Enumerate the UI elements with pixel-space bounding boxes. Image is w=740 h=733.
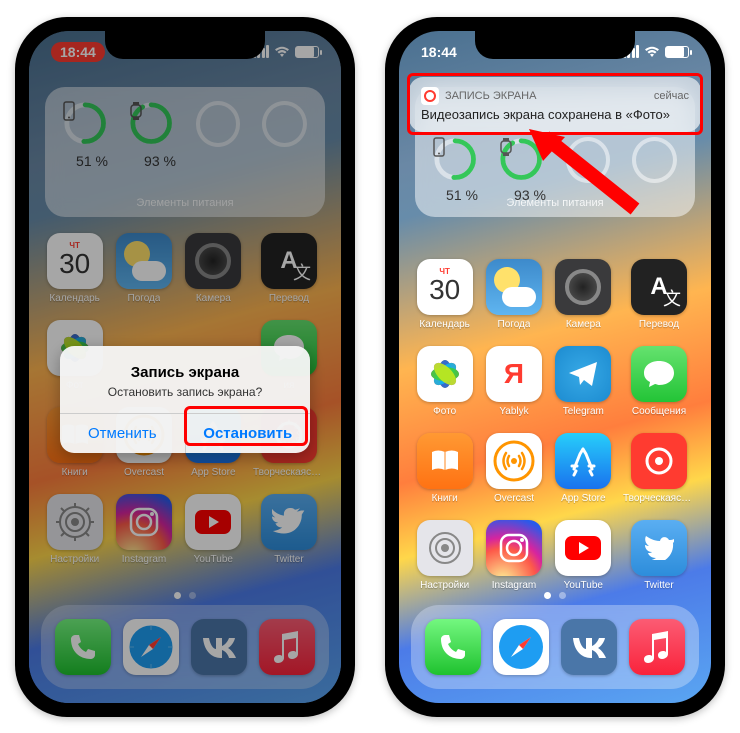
app-weather[interactable]: Погода bbox=[484, 259, 543, 330]
screen-left: 18:44 51 %93 % Элементы bbox=[29, 31, 341, 703]
highlight-box bbox=[184, 406, 308, 446]
app-photos[interactable]: Фото bbox=[415, 346, 474, 417]
battery-icon bbox=[665, 46, 689, 58]
wifi-icon bbox=[644, 46, 660, 58]
app-yablyk[interactable]: ЯYablyk bbox=[484, 346, 543, 417]
app-creative[interactable]: Творческаясту… bbox=[623, 433, 695, 504]
app-calendar[interactable]: ЧТ30Календарь bbox=[415, 259, 474, 330]
dock-safari[interactable] bbox=[493, 619, 549, 675]
highlight-box bbox=[407, 73, 703, 135]
phone-left: 18:44 51 %93 % Элементы bbox=[15, 17, 355, 717]
app-messages[interactable]: Сообщения bbox=[623, 346, 695, 417]
app-settings[interactable]: Настройки bbox=[415, 520, 474, 591]
time: 18:44 bbox=[421, 44, 457, 60]
dock-vk[interactable] bbox=[561, 619, 617, 675]
app-telegram[interactable]: Telegram bbox=[554, 346, 613, 417]
screen-right: 18:44 ЗАПИСЬ ЭКРАНА сейчас Видеозапись э… bbox=[399, 31, 711, 703]
alert-title: Запись экрана bbox=[76, 364, 294, 381]
page-indicator[interactable] bbox=[399, 592, 711, 599]
app-overcast[interactable]: Overcast bbox=[484, 433, 543, 504]
app-instagram[interactable]: Instagram bbox=[484, 520, 543, 591]
app-translate[interactable]: Перевод bbox=[623, 259, 695, 330]
dock-phone[interactable] bbox=[425, 619, 481, 675]
app-youtube[interactable]: YouTube bbox=[554, 520, 613, 591]
phone-right: 18:44 ЗАПИСЬ ЭКРАНА сейчас Видеозапись э… bbox=[385, 17, 725, 717]
dock-music[interactable] bbox=[629, 619, 685, 675]
phone-battery-ring bbox=[433, 137, 477, 183]
arrow-annotation bbox=[525, 129, 645, 219]
app-books[interactable]: Книги bbox=[415, 433, 474, 504]
dock bbox=[411, 605, 699, 689]
screen-recording-alert: Запись экрана Остановить запись экрана? … bbox=[60, 346, 310, 453]
app-grid: ЧТ30Календарь Погода Камера Перевод Фото… bbox=[415, 259, 695, 591]
app-twitter[interactable]: Twitter bbox=[623, 520, 695, 591]
app-camera[interactable]: Камера bbox=[554, 259, 613, 330]
notch bbox=[475, 31, 635, 59]
alert-cancel-button[interactable]: Отменить bbox=[60, 414, 186, 453]
app-appstore[interactable]: App Store bbox=[554, 433, 613, 504]
alert-message: Остановить запись экрана? bbox=[76, 385, 294, 399]
